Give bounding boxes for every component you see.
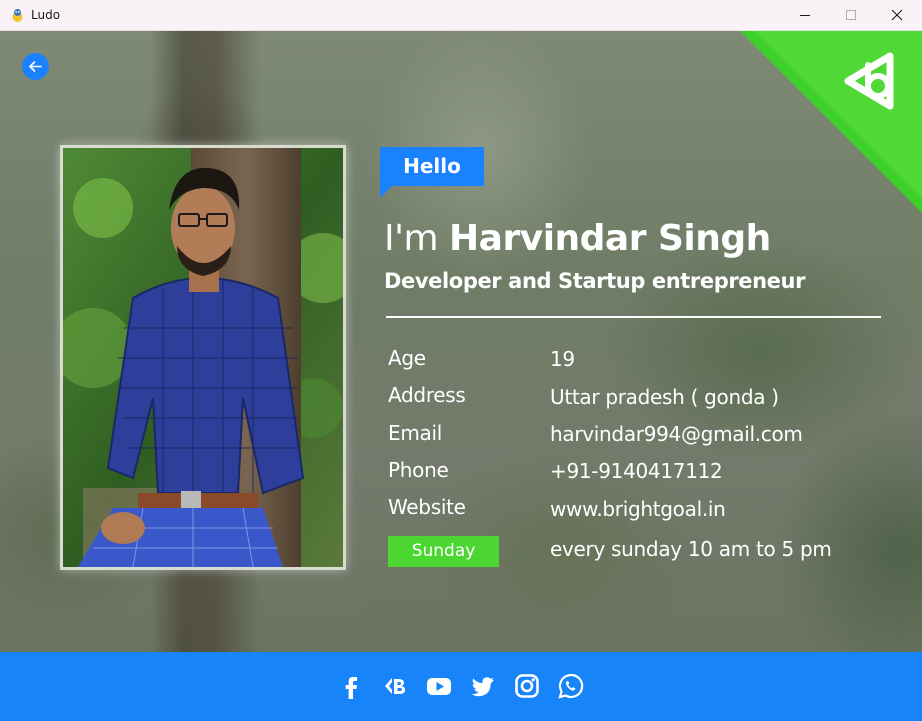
maximize-button[interactable] (828, 0, 874, 31)
info-value-age: 19 (550, 347, 575, 371)
minimize-icon (800, 15, 810, 16)
twitter-icon[interactable] (469, 672, 497, 700)
info-label-website: Website (388, 495, 466, 519)
close-button[interactable] (874, 0, 920, 31)
name-heading: I'm Harvindar Singh (384, 215, 771, 263)
divider (386, 316, 881, 318)
window-titlebar: Ludo (0, 0, 922, 31)
person-photo-illustration (63, 148, 343, 567)
instagram-icon[interactable] (513, 672, 541, 700)
facebook-icon[interactable] (337, 672, 365, 700)
social-footer (0, 652, 922, 721)
pygame-snake-icon (12, 9, 23, 22)
schedule-badge: Sunday (388, 536, 499, 567)
info-value-email[interactable]: harvindar994@gmail.com (550, 421, 803, 447)
whatsapp-icon[interactable] (557, 672, 585, 700)
hello-tag-tail (380, 186, 392, 198)
info-label-phone: Phone (388, 458, 449, 482)
arrow-left-icon (29, 61, 42, 72)
profile-card: Hello I'm Harvindar Singh Developer and … (0, 31, 922, 652)
window-title: Ludo (31, 8, 61, 22)
maximize-icon (846, 10, 856, 20)
vk-icon[interactable] (381, 672, 409, 700)
role-subtitle: Developer and Startup entrepreneur (384, 269, 806, 293)
person-name: Harvindar Singh (449, 218, 771, 259)
info-label-email: Email (388, 421, 442, 445)
back-button[interactable] (22, 53, 49, 80)
minimize-button[interactable] (782, 0, 828, 31)
info-value-website[interactable]: www.brightgoal.in (550, 496, 726, 522)
info-label-age: Age (388, 346, 426, 370)
profile-photo (60, 145, 346, 570)
schedule-text: every sunday 10 am to 5 pm (550, 537, 832, 561)
info-value-phone[interactable]: +91-9140417112 (550, 458, 723, 484)
greeting-text: Hello (403, 154, 461, 178)
youtube-icon[interactable] (425, 672, 453, 700)
info-value-address: Uttar pradesh ( gonda ) (550, 385, 779, 409)
name-prefix: I'm (384, 218, 439, 259)
close-icon (891, 9, 903, 21)
brightgoal-logo-icon[interactable] (740, 31, 922, 213)
info-label-address: Address (388, 383, 466, 407)
